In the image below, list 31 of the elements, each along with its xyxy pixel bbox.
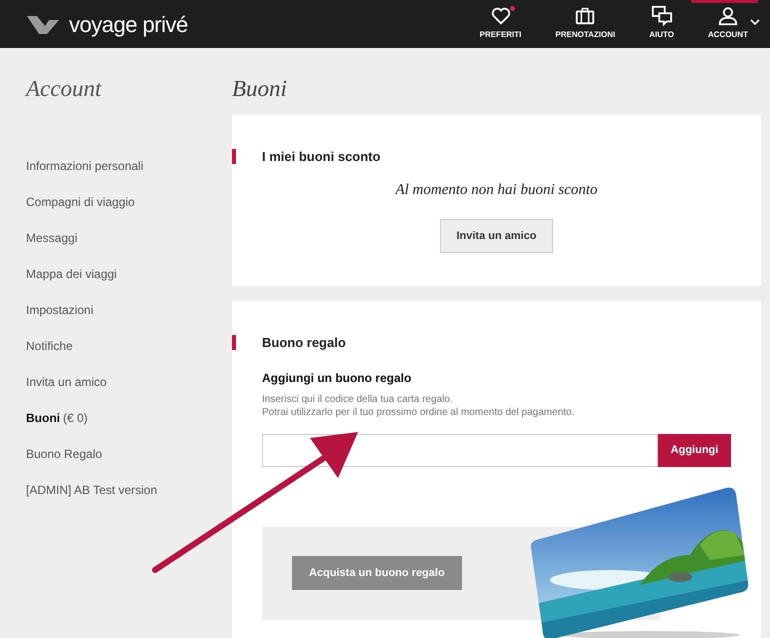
section-heading: I miei buoni sconto (262, 148, 380, 166)
section-heading: Buono regalo (262, 334, 346, 352)
gift-code-field[interactable] (262, 434, 658, 466)
suitcase-icon (574, 5, 596, 27)
heart-icon (490, 5, 512, 27)
user-icon (717, 5, 739, 27)
sidebar-item[interactable]: Buono Regalo (26, 436, 232, 472)
nav-item[interactable]: PRENOTAZIONI (538, 0, 632, 48)
caret-icon (750, 19, 760, 26)
page-title: Buoni (232, 75, 288, 103)
sidebar-item[interactable]: [ADMIN] AB Test version (26, 472, 232, 508)
sidebar-item[interactable]: Buoni (€ 0) (26, 400, 232, 436)
invite-button[interactable]: Invita un amico (440, 219, 553, 253)
help-text: Inserisci qui il codice della tua carta regalo. (262, 392, 454, 406)
help-text: Potrai utilizzarlo per il tuo prossimo ordine al momento del pagamento. (262, 406, 576, 418)
buy-gift-button[interactable]: Acquista un buono regalo (292, 556, 462, 590)
subheading: Aggiungi un buono regalo (262, 370, 412, 386)
sidebar-title: Account (26, 75, 103, 103)
logo-text: voyage privé (69, 10, 188, 39)
sidebar-item[interactable]: Mappa dei viaggi (26, 256, 232, 292)
chat-icon (650, 5, 673, 27)
sidebar-item[interactable]: Compagni di viaggio (26, 184, 232, 220)
sidebar-item[interactable]: Messaggi (26, 220, 232, 256)
sidebar-item[interactable]: Impostazioni (26, 292, 232, 328)
nav-item[interactable]: PREFERITI (462, 0, 538, 48)
nav-item[interactable]: AIUTO (632, 0, 691, 48)
empty-message: Al momento non hai buoni sconto (394, 180, 599, 200)
sidebar-item[interactable]: Notifiche (26, 328, 232, 364)
sidebar-item[interactable]: Invita un amico (26, 364, 232, 400)
sidebar-item[interactable]: Informazioni personali (26, 148, 232, 184)
add-button[interactable]: Aggiungi (658, 434, 731, 466)
